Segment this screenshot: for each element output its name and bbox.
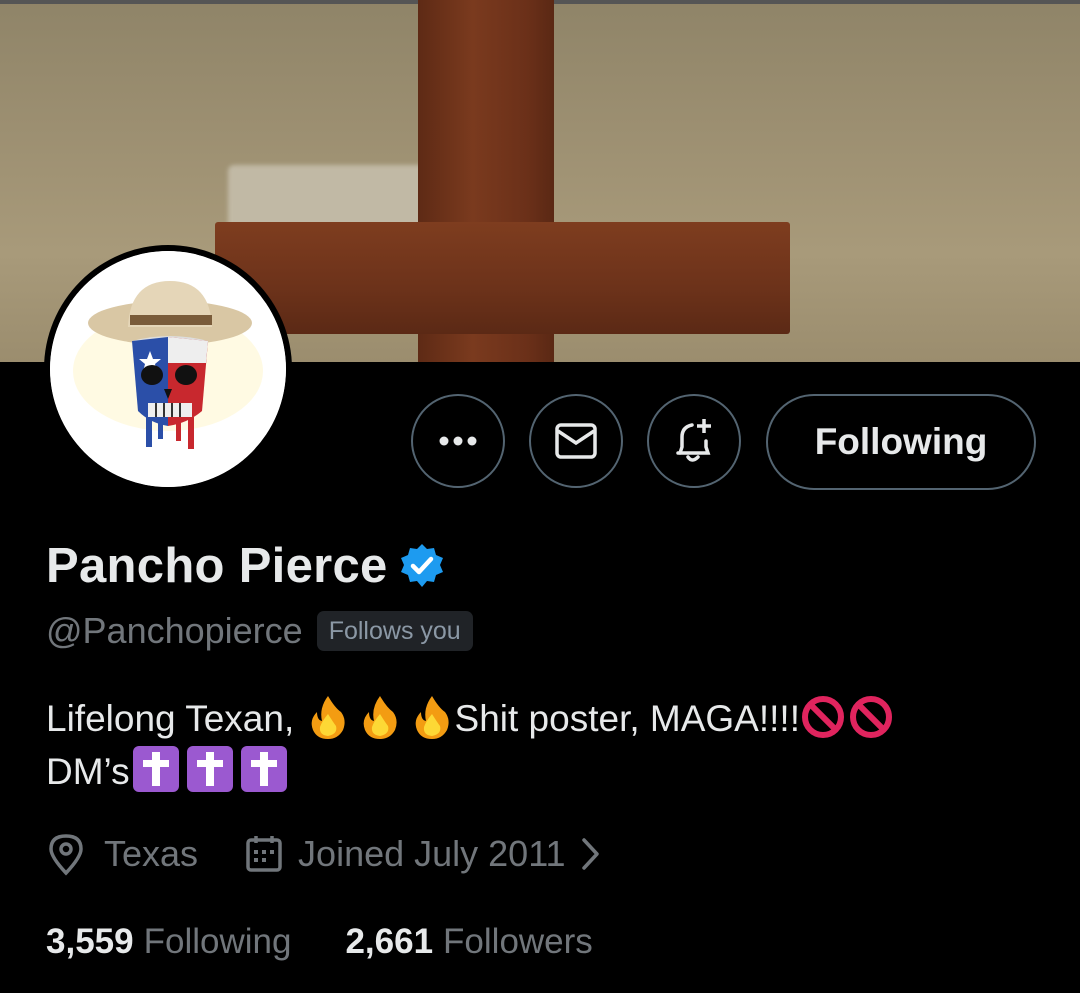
- skull-cowboy-avatar-icon: [50, 251, 286, 487]
- more-options-button[interactable]: [411, 394, 505, 488]
- prohibited-emoji: [849, 696, 892, 738]
- chevron-right-icon: [581, 838, 599, 870]
- bio-text-line2: DM’s: [46, 751, 130, 792]
- mail-icon: [555, 423, 597, 459]
- follow-stats: 3,559 Following 2,661 Followers: [46, 922, 593, 962]
- follows-you-badge: Follows you: [316, 611, 473, 651]
- followers-label: Followers: [443, 922, 593, 961]
- location-text: Texas: [104, 833, 199, 874]
- latin-cross-emoji: [240, 746, 287, 792]
- followers-stat[interactable]: 2,661 Followers: [345, 922, 592, 962]
- prohibited-emoji: [801, 696, 844, 738]
- latin-cross-emoji: [132, 746, 179, 792]
- profile-meta: Texas Joined July 2011: [46, 832, 602, 876]
- joined-date-text: Joined July 2011: [298, 833, 566, 874]
- location-item: Texas: [46, 832, 198, 876]
- notifications-button[interactable]: [647, 394, 741, 488]
- profile-bio: Lifelong Texan, Shit poster, MAGA!!!! DM…: [46, 693, 1046, 798]
- joined-item[interactable]: Joined July 2011: [244, 833, 602, 875]
- display-name: Pancho Pierce: [46, 539, 388, 593]
- bio-text-start: Lifelong Texan,: [46, 698, 295, 739]
- avatar-image: [50, 251, 286, 487]
- following-button[interactable]: Following: [766, 394, 1036, 490]
- location-pin-icon: [49, 834, 83, 876]
- more-icon: [439, 436, 477, 446]
- calendar-icon: [246, 836, 282, 872]
- username-handle: @Panchopierce: [46, 610, 303, 651]
- following-stat[interactable]: 3,559 Following: [46, 922, 291, 962]
- followers-count: 2,661: [345, 922, 434, 961]
- profile-avatar[interactable]: [44, 245, 292, 493]
- fire-emoji: [363, 696, 397, 739]
- handle-row: @Panchopierce Follows you: [46, 610, 473, 652]
- message-button[interactable]: [529, 394, 623, 488]
- fire-emoji: [415, 696, 449, 739]
- name-row: Pancho Pierce: [46, 538, 446, 594]
- bell-plus-icon: [676, 419, 711, 462]
- fire-emoji: [311, 696, 345, 739]
- banner-cross-horizontal: [215, 222, 790, 334]
- verified-badge-icon[interactable]: [398, 542, 446, 590]
- following-count: 3,559: [46, 922, 134, 961]
- bio-text-mid: Shit poster, MAGA!!!!: [454, 698, 800, 739]
- following-label: Following: [143, 922, 292, 961]
- latin-cross-emoji: [186, 746, 233, 792]
